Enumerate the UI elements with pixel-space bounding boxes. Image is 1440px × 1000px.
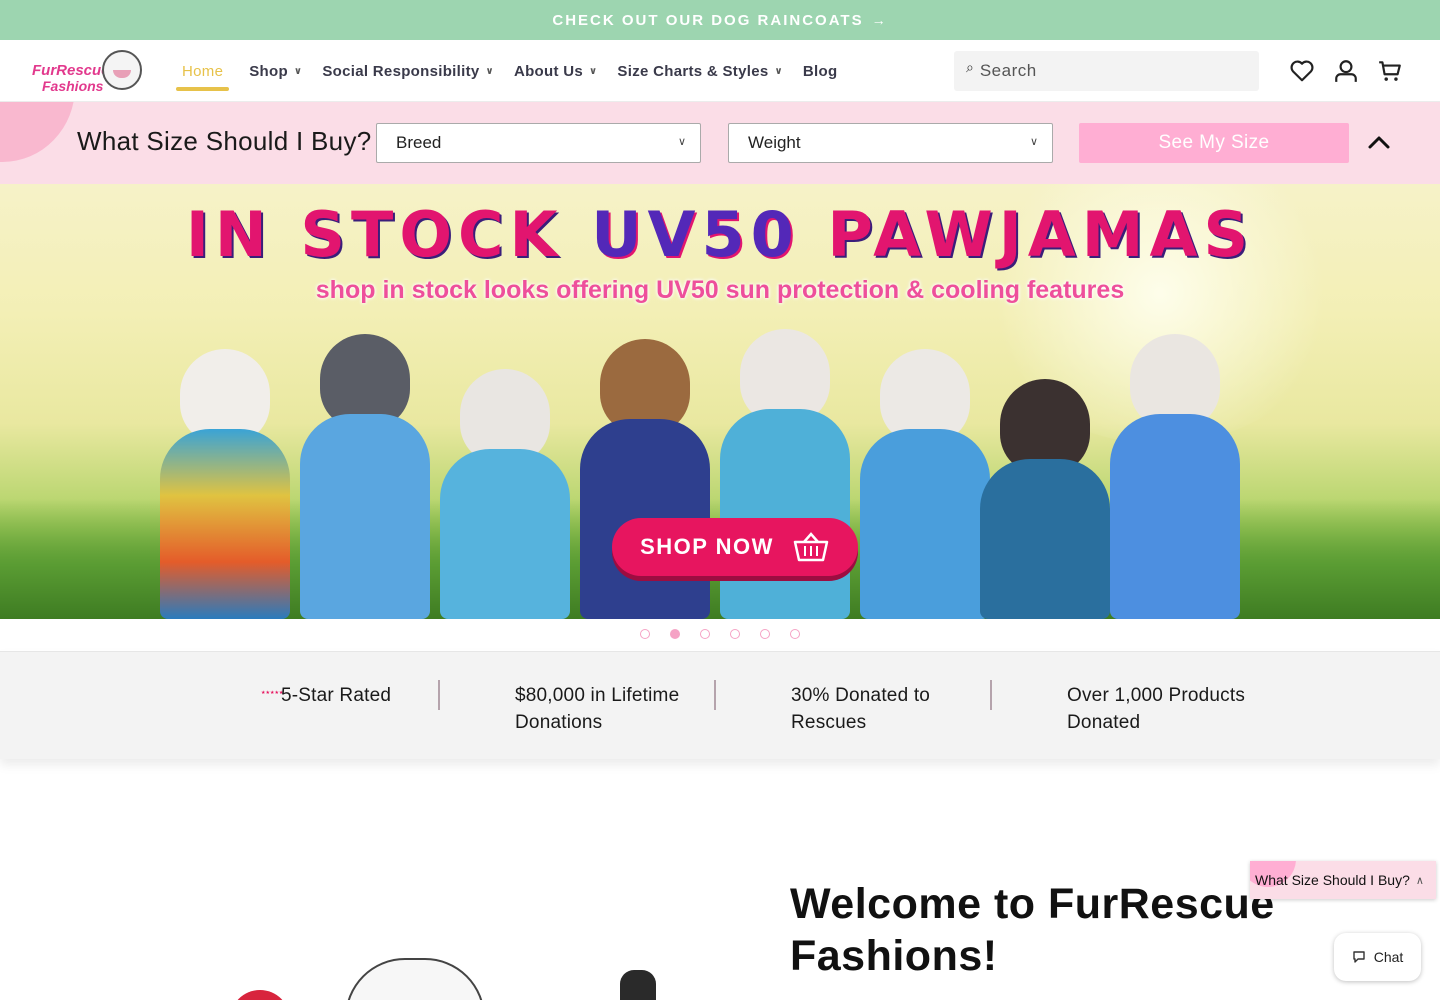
chat-bubble-icon [1353,951,1365,963]
breed-select-value: Breed [396,133,442,152]
hero-headline-part2: UV50 [591,198,800,271]
welcome-heading: Welcome to FurRescue Fashions! [790,880,1275,980]
chat-label: Chat [1373,949,1404,965]
floating-size-label: What Size Should I Buy? [1255,872,1410,888]
weight-select-value: Weight [748,133,801,152]
trust-item-line1: 30% Donated to [791,685,931,706]
slider-dot[interactable] [640,629,650,639]
heart-icon[interactable] [1289,58,1315,84]
hero-headline-part1: IN STOCK [185,198,564,271]
slider-dot[interactable] [700,629,710,639]
divider [438,680,440,710]
hero-headline: IN STOCK UV50 PAWJAMAS [0,198,1440,271]
hero-subline: shop in stock looks offering UV50 sun pr… [315,276,1125,304]
announcement-link[interactable]: CHECK OUT OUR DOG RAINCOATS → [552,12,887,29]
logo-text-line2: Fashions [42,78,104,94]
trust-item-line1: 5-Star Rated [281,685,392,706]
chevron-up-icon: ∧ [1415,874,1424,887]
divider [714,680,716,710]
slider-dot-active[interactable] [670,629,680,639]
floating-size-finder-button[interactable]: What Size Should I Buy? ∧ [1250,861,1436,899]
dog-figure [860,349,990,619]
site-logo[interactable]: FurRescue Fashions [30,48,144,94]
product-shape [230,990,290,1000]
product-dog-shape [345,958,485,1000]
site-header: FurRescue Fashions Home Shop ∨ Social Re… [0,40,1440,102]
nav-item-label: Shop [249,62,288,80]
trust-item-line2: Donated [1067,712,1141,733]
nav-item-label: Blog [802,62,838,80]
chevron-down-icon: ∨ [293,65,303,77]
nav-item-shop[interactable]: Shop ∨ [249,40,302,102]
hero-headline-part3: PAWJAMAS [827,198,1255,271]
search-box[interactable]: ⌕ [954,51,1259,91]
trust-item-rescues: 30% Donated to Rescues [791,682,930,736]
announcement-bar: CHECK OUT OUR DOG RAINCOATS → [0,0,1440,40]
chat-button[interactable]: Chat [1334,933,1421,981]
nav-item-home[interactable]: Home [176,40,230,102]
dog-figure [440,369,570,619]
basket-icon [793,532,829,562]
search-icon: ⌕ [966,58,974,75]
search-input[interactable] [979,61,1230,81]
shop-now-button[interactable]: SHOP NOW [612,518,858,576]
trust-item-rating: 5-Star Rated [281,682,391,709]
main-nav: Home Shop ∨ Social Responsibility ∨ Abou… [176,40,857,102]
account-icon[interactable] [1333,58,1359,84]
slider-dots [0,629,1440,639]
nav-item-label: Social Responsibility [322,62,480,80]
divider [990,680,992,710]
arrow-right-icon: → [871,12,888,28]
shop-now-label: SHOP NOW [640,534,774,559]
chevron-down-icon: ∨ [485,65,494,77]
logo-dog-icon [102,50,142,90]
trust-item-line1: Over 1,000 Products [1067,685,1246,706]
announcement-text: CHECK OUT OUR DOG RAINCOATS [552,11,864,29]
trust-bar: ★★★★★ 5-Star Rated $80,000 in Lifetime D… [0,651,1440,759]
dog-figure [1110,334,1240,619]
slider-dot[interactable] [790,629,800,639]
dog-figure [160,349,290,619]
trust-item-line2: Donations [515,712,603,733]
slider-dot[interactable] [730,629,740,639]
chevron-down-icon: ∨ [774,65,783,77]
nav-item-size-charts[interactable]: Size Charts & Styles ∨ [617,40,782,102]
nav-item-social-responsibility[interactable]: Social Responsibility ∨ [322,40,494,102]
nav-item-about-us[interactable]: About Us ∨ [514,40,597,102]
decorative-blob [0,102,75,162]
chevron-down-icon: ∨ [589,65,598,77]
trust-item-line2: Rescues [791,712,867,733]
chevron-up-icon[interactable] [1366,132,1392,154]
trust-item-products: Over 1,000 Products Donated [1067,682,1245,736]
breed-select[interactable]: Breed ∨ [376,123,701,163]
size-finder-bar: What Size Should I Buy? Breed ∨ Weight ∨… [0,102,1440,184]
trust-item-donations: $80,000 in Lifetime Donations [515,682,679,736]
logo-text-line1: FurRescue [32,62,110,79]
chevron-down-icon: ∨ [1029,136,1038,148]
product-shape [620,970,656,1000]
dog-figure [580,339,710,619]
trust-item-line1: $80,000 in Lifetime [515,685,680,706]
cart-icon[interactable] [1377,58,1403,84]
slider-dot[interactable] [760,629,770,639]
hero-banner[interactable]: IN STOCK UV50 PAWJAMAS shop in stock loo… [0,184,1440,619]
nav-item-blog[interactable]: Blog [803,40,838,102]
nav-item-label: About Us [513,62,583,80]
nav-item-label: Home [182,62,224,80]
featured-product-image [200,940,700,1000]
size-finder-title: What Size Should I Buy? [77,126,372,156]
see-my-size-button[interactable]: See My Size [1079,123,1349,163]
dog-figure [980,379,1110,619]
chevron-down-icon: ∨ [677,136,686,148]
dog-figure [300,334,430,619]
nav-item-label: Size Charts & Styles [617,62,769,80]
weight-select[interactable]: Weight ∨ [728,123,1053,163]
